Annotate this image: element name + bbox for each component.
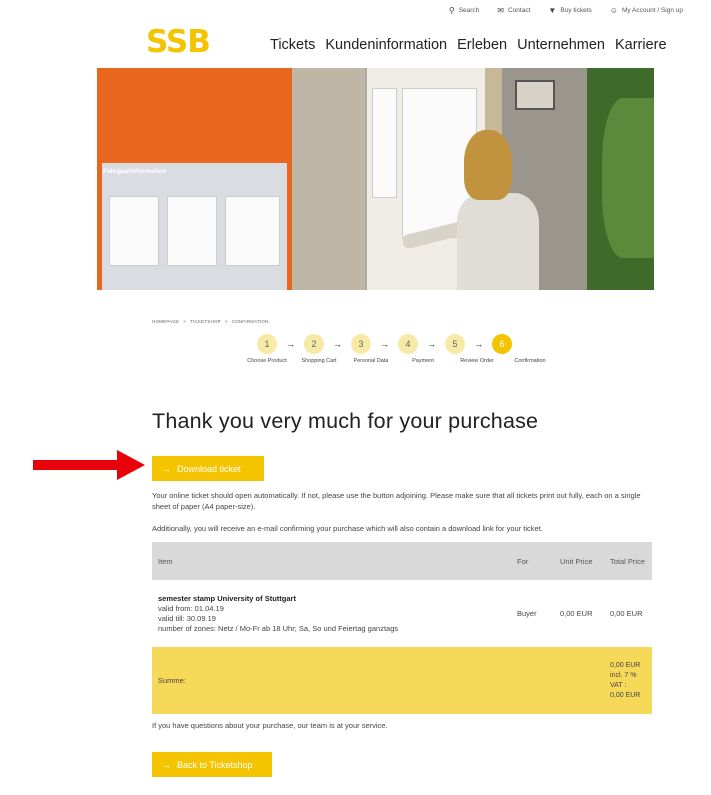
sum-vat-rate: incl. 7 % [610,671,637,679]
nav-item-unternehmen[interactable]: Unternehmen [517,37,605,53]
table-row: semester stamp University of Stuttgart v… [152,580,652,647]
ticket-icon: ▼ [548,6,557,15]
hero-timetable [167,196,217,266]
item-valid-from: valid from: 01.04.19 [158,603,224,613]
hero-machine-screen [515,80,555,110]
item-name: semester stamp University of Stuttgart [158,593,296,603]
step-label: Confirmation [514,358,546,364]
download-ticket-button[interactable]: → Download ticket [152,456,264,481]
sum-total: 0,00 EUR [610,661,641,669]
sum-row: Summe: 0,00 EUR incl. 7 % VAT : 0,00 EUR [152,647,652,714]
arrow-right-icon: → [162,759,171,770]
nav-item-karriere[interactable]: Karriere [615,37,667,53]
page-title: Thank you very much for your purchase [152,409,539,433]
nav-item-tickets[interactable]: Tickets [270,37,315,53]
hero-image: Fahrgastinformation [97,68,654,290]
step-arrow: → [380,339,389,349]
sum-vat-amount: 0,00 EUR [610,691,641,699]
questions-text: If you have questions about your purchas… [152,721,388,730]
hero-foliage [602,98,654,258]
step-arrow: → [427,339,436,349]
search-link[interactable]: ⚲ Search [449,6,479,15]
table-header-row: Item For Unit Price Total Price [152,542,652,580]
red-arrow-annotation [33,450,145,480]
arrow-right-icon: → [162,463,171,474]
sum-label: Summe: [152,647,511,714]
hero-person-hair [464,130,512,200]
item-unit-price: 0,00 EUR [554,580,604,647]
sum-total-cell: 0,00 EUR incl. 7 % VAT : 0,00 EUR [604,647,652,714]
nav-item-erleben[interactable]: Erleben [457,37,507,53]
item-total-price: 0,00 EUR [604,580,652,647]
step-label: Personal Data [353,358,389,364]
header-for: For [511,542,554,580]
step-label: Payment [412,358,434,364]
sum-vat-label: VAT : [610,681,627,689]
back-to-ticketshop-button[interactable]: → Back to Ticketshop [152,752,272,777]
email-text: Additionally, you will receive an e-mail… [152,524,543,533]
header-item: Item [152,542,511,580]
hero-timetable [109,196,159,266]
ssb-logo[interactable]: SSB [146,24,211,60]
breadcrumb-item[interactable]: TICKETSHOP [190,319,221,324]
order-table: Item For Unit Price Total Price semester… [152,542,652,714]
header-total-price: Total Price [604,542,652,580]
step-label: Shopping Cart [301,358,337,364]
header-unit-price: Unit Price [554,542,604,580]
step-circle: 1 [257,334,277,354]
search-icon: ⚲ [448,6,455,15]
user-icon: ☺ [609,6,618,15]
account-link[interactable]: ☺ My Account / Sign up [610,6,683,15]
step-arrow: → [286,339,295,349]
nav-item-kundeninformation[interactable]: Kundeninformation [325,37,447,53]
item-zones: number of zones: Netz / Mo-Fr ab 18 Uhr;… [158,623,399,633]
breadcrumb-item[interactable]: HOMEPAGE [152,319,179,324]
step-circle-active: 6 [492,334,512,354]
hero-notice [372,88,397,198]
step-arrow: → [474,339,483,349]
breadcrumb-separator: > [224,319,228,324]
step-circle: 2 [304,334,324,354]
info-text: Your online ticket should open automatic… [152,491,641,511]
step-circle: 5 [445,334,465,354]
item-for: Buyer [511,580,554,647]
item-valid-till: valid till: 30.09.19 [158,613,216,623]
step-label: Choose Product [247,358,287,364]
hero-timetable [225,196,280,266]
step-arrow: → [333,339,342,349]
breadcrumb: HOMEPAGE > TICKETSHOP > CONFIRMATION [152,319,269,324]
mail-icon: ✉ [497,6,504,15]
item-cell: semester stamp University of Stuttgart v… [152,580,511,647]
hero-person [457,193,539,290]
utility-bar: ⚲ Search ✉ Contact ▼ Buy tickets ☺ My Accoun… [449,6,683,15]
buy-tickets-link[interactable]: ▼ Buy tickets [548,6,591,15]
main-nav: Tickets Kundeninformation Erleben Untern… [270,37,667,53]
breadcrumb-separator: > [183,319,187,324]
checkout-steps: 1 → 2 → 3 → 4 → 5 → 6 Choose Product Sho… [245,334,555,364]
step-circle: 3 [351,334,371,354]
breadcrumb-item: CONFIRMATION [231,319,269,324]
hero-board-title: Fahrgastinformation [103,168,167,175]
step-circle: 4 [398,334,418,354]
contact-link[interactable]: ✉ Contact [497,6,530,15]
step-label: Review Order [460,358,494,364]
